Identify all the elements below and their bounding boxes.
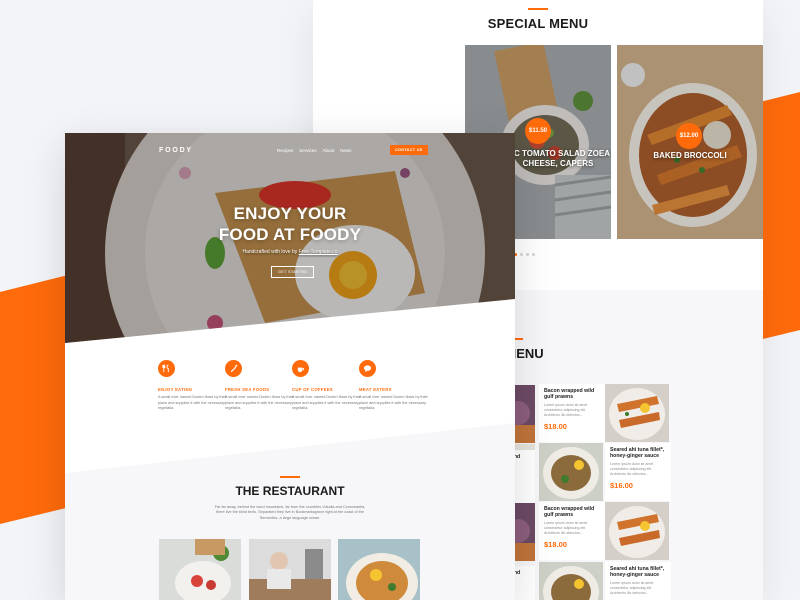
restaurant-heading: THE RESTAURANT xyxy=(65,476,515,498)
restaurant-photo[interactable] xyxy=(249,539,331,600)
carrot-icon xyxy=(225,360,242,377)
feature-item: MEAT EATERS A small river named Duden fl… xyxy=(359,360,429,412)
hero-slant-divider xyxy=(65,299,515,373)
menu-item-price: $18.00 xyxy=(544,540,567,550)
feature-desc: A small river named Duden flows by their… xyxy=(225,395,294,410)
feature-desc: A small river named Duden flows by their… xyxy=(158,395,227,410)
menu-photo xyxy=(605,502,669,560)
menu-item-price: $18.00 xyxy=(544,422,567,432)
feature-item: ENJOY EATING A small river named Duden f… xyxy=(158,360,228,412)
restaurant-title: THE RESTAURANT xyxy=(235,484,345,498)
menu-item-card[interactable]: Seared ahi tuna fillet*, honey-ginger sa… xyxy=(605,443,671,501)
restaurant-description: Far far away, behind the word mountains,… xyxy=(214,505,366,520)
price-badge: $12.00 xyxy=(676,123,702,149)
coffee-cup-icon xyxy=(292,360,309,377)
feature-item: FRESH SEA FOODS A small river named Dude… xyxy=(225,360,295,412)
menu-item-card[interactable]: Bacon wrapped wild gulf prawns Lorem ips… xyxy=(539,502,605,560)
card-caption: BAKED BROCCOLI xyxy=(653,151,727,160)
heading-dash xyxy=(528,8,548,10)
heading-dash xyxy=(280,476,300,478)
feature-item: CUP OF COFFEES A small river named Duden… xyxy=(292,360,362,412)
menu-photo xyxy=(539,443,603,501)
menu-item-desc: Lorem ipsum dolor sit amet consectetur a… xyxy=(544,521,588,536)
feature-title: MEAT EATERS xyxy=(359,387,392,392)
carousel-dots[interactable] xyxy=(514,253,535,256)
menu-item-desc: Lorem ipsum dolor sit amet consectetur a… xyxy=(610,462,654,477)
restaurant-photo[interactable] xyxy=(338,539,420,600)
special-menu-card[interactable]: $12.00 BAKED BROCCOLI xyxy=(617,45,763,239)
special-menu-title: SPECIAL MENU xyxy=(487,16,589,31)
menu-item-card[interactable]: Seared ahi tuna fillet*, honey-ginger sa… xyxy=(605,562,671,600)
menu-item-title: Seared ahi tuna fillet*, honey-ginger sa… xyxy=(610,447,665,460)
card-caption: NIC TOMATO SALAD ZOEA CHEESE, CAPERS xyxy=(506,149,610,168)
price-badge: $11.50 xyxy=(525,118,551,144)
menu-photo xyxy=(539,562,603,600)
special-menu-heading: SPECIAL MENU xyxy=(313,8,763,31)
utensils-icon xyxy=(158,360,175,377)
carousel-dot[interactable] xyxy=(532,253,535,256)
feature-title: CUP OF COFFEES xyxy=(292,387,333,392)
feature-desc: A small river named Duden flows by their… xyxy=(292,395,361,410)
menu-item-title: Seared ahi tuna fillet*, honey-ginger sa… xyxy=(610,566,665,579)
menu-item-title: Bacon wrapped wild gulf prawns xyxy=(544,506,595,519)
menu-item-desc: Lorem ipsum dolor sit amet consectetur a… xyxy=(544,403,588,418)
menu-item-price: $16.00 xyxy=(610,481,633,491)
feature-title: FRESH SEA FOODS xyxy=(225,387,270,392)
carousel-dot[interactable] xyxy=(520,253,523,256)
menu-item-desc: Lorem ipsum dolor sit amet consectetur a… xyxy=(610,581,654,596)
feature-desc: A small river named Duden flows by their… xyxy=(359,395,428,410)
chat-bubble-icon xyxy=(359,360,376,377)
front-page-mockup: FOODY Recipes Services About News CONTAC… xyxy=(65,133,515,600)
menu-item-title: Bacon wrapped wild gulf prawns xyxy=(544,388,595,401)
carousel-dot[interactable] xyxy=(526,253,529,256)
feature-title: ENJOY EATING xyxy=(158,387,193,392)
menu-item-card[interactable]: Bacon wrapped wild gulf prawns Lorem ips… xyxy=(539,384,605,442)
menu-photo xyxy=(605,384,669,442)
restaurant-photo[interactable] xyxy=(159,539,241,600)
